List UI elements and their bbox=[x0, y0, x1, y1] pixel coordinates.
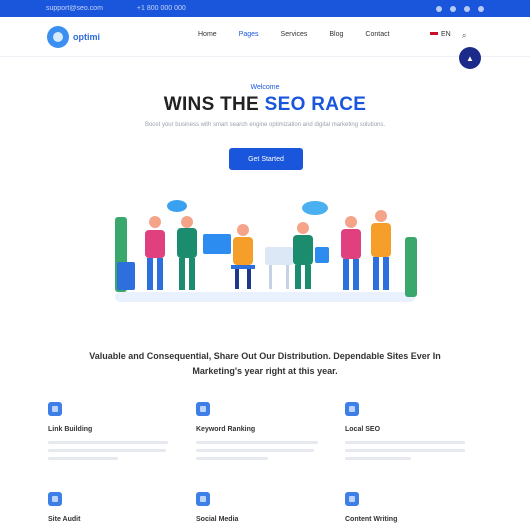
feature-title: Site Audit bbox=[48, 516, 81, 523]
hero-subtitle: Boost your business with smart search en… bbox=[144, 122, 386, 128]
feature-card: Link Building bbox=[48, 402, 178, 465]
chart-icon bbox=[48, 402, 62, 416]
linkedin-icon[interactable] bbox=[464, 5, 470, 12]
arrow-up-icon: ▲ bbox=[466, 53, 474, 63]
floating-action-button[interactable]: ▲ bbox=[459, 47, 481, 69]
topbar-email[interactable]: support@seo.com bbox=[46, 5, 103, 12]
text-line bbox=[345, 449, 465, 452]
text-line bbox=[48, 441, 168, 444]
feature-title: Link Building bbox=[48, 426, 93, 433]
feature-title: Social Media bbox=[196, 516, 239, 523]
brand-name: optimi bbox=[73, 32, 100, 42]
hero-title-plain: WINS THE bbox=[163, 94, 260, 115]
nav-menu: Home Pages Services Blog Contact bbox=[198, 31, 412, 38]
feature-description bbox=[345, 441, 475, 460]
text-line bbox=[345, 457, 411, 460]
flag-icon bbox=[430, 31, 438, 38]
text-line bbox=[345, 441, 465, 444]
hero-title: WINS THE SEO RACE bbox=[0, 94, 530, 116]
nav-item-pages[interactable]: Pages bbox=[239, 31, 259, 38]
feature-card: Site Audit bbox=[48, 492, 178, 523]
pen-icon bbox=[345, 492, 359, 506]
text-line bbox=[196, 441, 318, 444]
hero-illustration bbox=[115, 200, 417, 302]
instagram-icon[interactable] bbox=[478, 5, 484, 12]
feature-title: Content Writing bbox=[345, 516, 398, 523]
text-line bbox=[48, 457, 118, 460]
main-navbar: optimi Home Pages Services Blog Contact … bbox=[0, 17, 530, 57]
language-selector[interactable]: EN bbox=[430, 31, 451, 38]
tag-icon bbox=[196, 402, 210, 416]
feature-card: Keyword Ranking bbox=[196, 402, 326, 465]
twitter-icon[interactable] bbox=[450, 5, 456, 12]
nav-item-home[interactable]: Home bbox=[198, 31, 217, 38]
text-line bbox=[196, 449, 314, 452]
nav-item-services[interactable]: Services bbox=[281, 31, 308, 38]
text-line bbox=[48, 449, 166, 452]
topbar-phone[interactable]: +1 800 000 000 bbox=[137, 5, 186, 12]
nav-item-contact[interactable]: Contact bbox=[365, 31, 389, 38]
logo-icon bbox=[47, 26, 69, 48]
feature-title: Keyword Ranking bbox=[196, 426, 256, 433]
text-line bbox=[196, 457, 268, 460]
megaphone-icon bbox=[196, 492, 210, 506]
facebook-icon[interactable] bbox=[436, 5, 442, 12]
feature-card: Content Writing bbox=[345, 492, 475, 523]
get-started-button[interactable]: Get Started bbox=[229, 148, 303, 170]
nav-item-blog[interactable]: Blog bbox=[329, 31, 343, 38]
social-links bbox=[436, 5, 484, 12]
feature-description bbox=[196, 441, 326, 460]
feature-card: Local SEO bbox=[345, 402, 475, 465]
user-icon bbox=[345, 402, 359, 416]
section-heading: Valuable and Consequential, Share Out Ou… bbox=[89, 351, 441, 376]
hero-kicker: Welcome bbox=[250, 84, 280, 91]
feature-title: Local SEO bbox=[345, 426, 381, 433]
feature-description bbox=[48, 441, 178, 460]
search-icon[interactable]: ⌕ bbox=[462, 31, 466, 41]
search-icon bbox=[48, 492, 62, 506]
hero-title-highlight: SEO RACE bbox=[264, 94, 367, 115]
language-label: EN bbox=[441, 31, 451, 38]
top-bar: support@seo.com +1 800 000 000 bbox=[0, 0, 530, 17]
feature-card: Social Media bbox=[196, 492, 326, 523]
site-logo[interactable]: optimi bbox=[47, 26, 100, 48]
